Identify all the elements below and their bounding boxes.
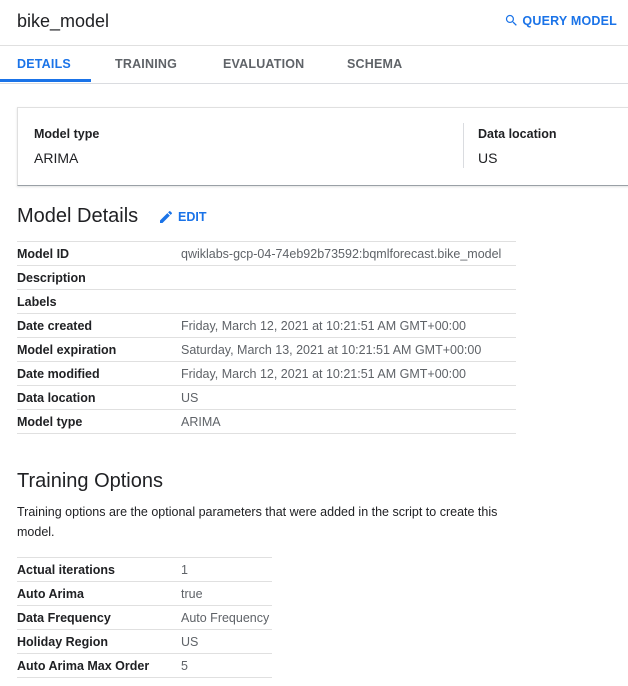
data-location-value: US <box>478 150 498 166</box>
tab-details[interactable]: DETAILS <box>17 46 71 82</box>
option-value: Auto Frequency <box>181 605 272 630</box>
page-header: bike_model QUERY MODEL <box>0 0 628 44</box>
option-key: Actual iterations <box>17 557 181 582</box>
option-key: Holiday Region <box>17 629 181 654</box>
detail-key: Model expiration <box>17 337 181 362</box>
search-icon <box>506 14 518 26</box>
training-options-description: Training options are the optional parame… <box>17 505 498 539</box>
detail-value: qwiklabs-gcp-04-74eb92b73592:bqmlforecas… <box>181 241 516 266</box>
detail-value: ARIMA <box>181 409 516 434</box>
table-row: Auto Arima Max Order 5 <box>17 653 272 678</box>
data-location-label: Data location <box>478 127 557 141</box>
table-row: Description <box>17 265 516 290</box>
detail-value <box>181 289 516 314</box>
detail-key: Date modified <box>17 361 181 386</box>
table-row: Model ID qwiklabs-gcp-04-74eb92b73592:bq… <box>17 241 516 266</box>
detail-value <box>181 265 516 290</box>
option-value: 1 <box>181 557 272 582</box>
option-value: true <box>181 581 272 606</box>
tab-evaluation[interactable]: EVALUATION <box>223 46 304 82</box>
detail-value: Friday, March 12, 2021 at 10:21:51 AM GM… <box>181 361 516 386</box>
detail-key: Date created <box>17 313 181 338</box>
detail-key: Data location <box>17 385 181 410</box>
page-title: bike_model <box>17 11 110 31</box>
tab-training[interactable]: TRAINING <box>115 46 177 82</box>
active-tab-indicator <box>0 79 91 82</box>
detail-key: Model type <box>17 409 181 434</box>
edit-label: EDIT <box>178 210 207 224</box>
model-summary-card: Model type ARIMA Data location US <box>17 107 628 186</box>
model-details-title: Model Details <box>17 205 139 227</box>
query-model-label: QUERY MODEL <box>522 13 617 28</box>
option-value: 5 <box>181 653 272 678</box>
model-type-label: Model type <box>34 127 100 141</box>
pencil-icon <box>160 210 173 223</box>
table-row: Model type ARIMA <box>17 409 516 434</box>
model-details-table: Model ID qwiklabs-gcp-04-74eb92b73592:bq… <box>17 241 516 434</box>
query-model-button[interactable]: QUERY MODEL <box>504 13 617 28</box>
table-row: Data Frequency Auto Frequency <box>17 605 272 630</box>
option-key: Auto Arima <box>17 581 181 606</box>
table-row: Date modified Friday, March 12, 2021 at … <box>17 361 516 386</box>
option-key: Data Frequency <box>17 605 181 630</box>
table-row: Date created Friday, March 12, 2021 at 1… <box>17 313 516 338</box>
tab-schema[interactable]: SCHEMA <box>347 46 402 82</box>
table-row: Auto Arima true <box>17 581 272 606</box>
training-options-title: Training Options <box>17 470 163 492</box>
detail-value: Friday, March 12, 2021 at 10:21:51 AM GM… <box>181 313 516 338</box>
table-row: Model expiration Saturday, March 13, 202… <box>17 337 516 362</box>
edit-button[interactable]: EDIT <box>158 209 206 225</box>
card-divider <box>463 123 464 168</box>
detail-key: Labels <box>17 289 181 314</box>
table-row: Labels <box>17 289 516 314</box>
table-row: Actual iterations 1 <box>17 557 272 582</box>
detail-value: US <box>181 385 516 410</box>
model-type-value: ARIMA <box>34 150 79 166</box>
training-options-table: Actual iterations 1 Auto Arima true Data… <box>17 557 272 678</box>
option-key: Auto Arima Max Order <box>17 653 181 678</box>
table-row: Data location US <box>17 385 516 410</box>
detail-key: Model ID <box>17 241 181 266</box>
option-value: US <box>181 629 272 654</box>
table-row: Holiday Region US <box>17 629 272 654</box>
detail-key: Description <box>17 265 181 290</box>
tab-bar: DETAILS TRAINING EVALUATION SCHEMA <box>0 45 628 84</box>
detail-value: Saturday, March 13, 2021 at 10:21:51 AM … <box>181 337 516 362</box>
